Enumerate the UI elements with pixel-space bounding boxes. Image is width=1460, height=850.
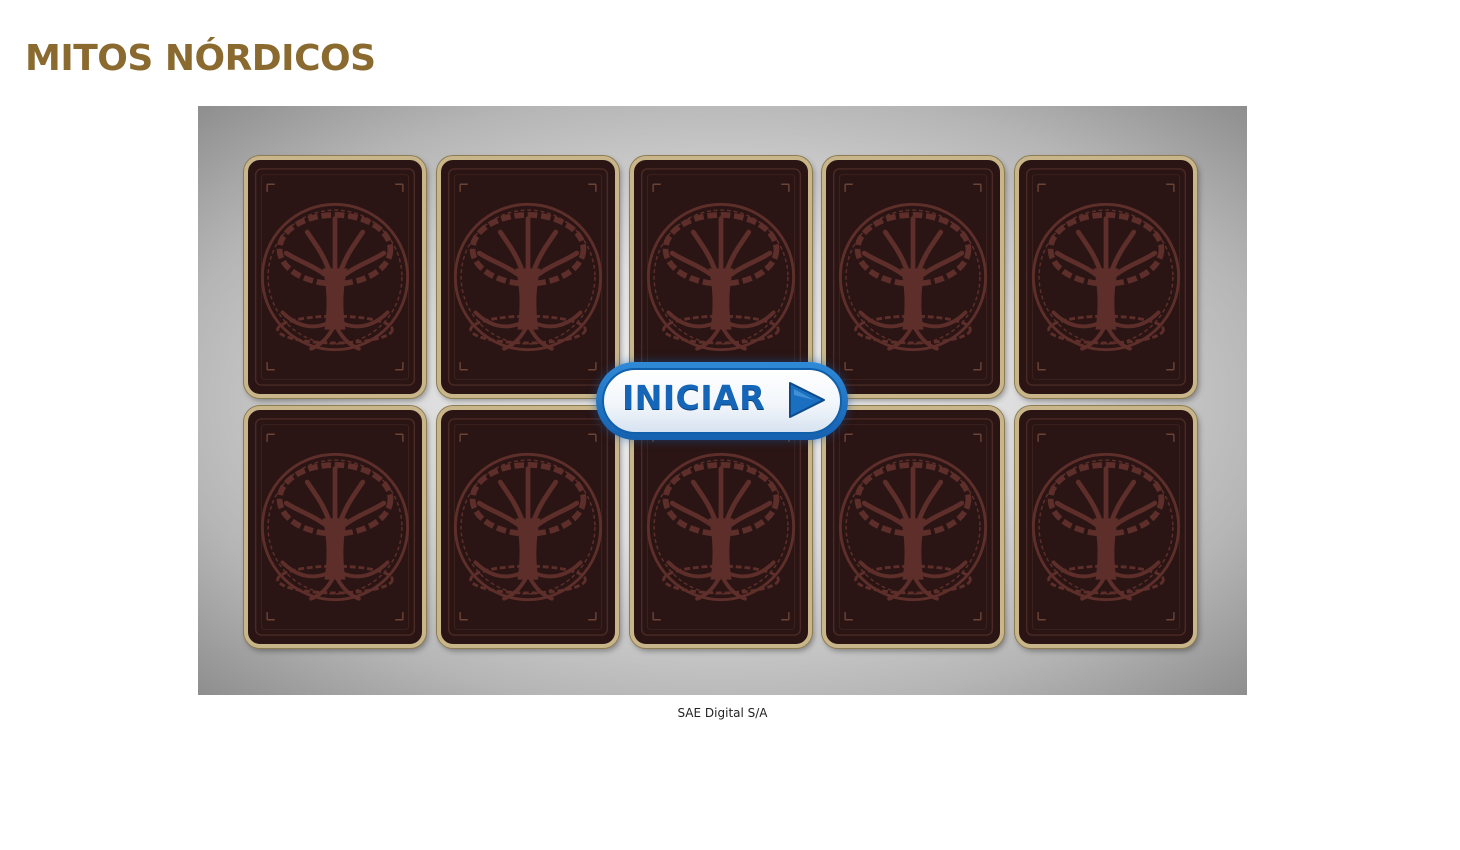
play-icon <box>789 382 825 418</box>
card-back[interactable] <box>437 406 619 648</box>
tree-of-life-icon <box>640 168 802 386</box>
card-back[interactable] <box>630 406 812 648</box>
card-back[interactable] <box>1015 406 1197 648</box>
card-back[interactable] <box>244 406 426 648</box>
tree-of-life-icon <box>1025 418 1187 636</box>
card-back[interactable] <box>437 156 619 398</box>
tree-of-life-icon <box>254 168 416 386</box>
tree-of-life-icon <box>447 418 609 636</box>
tree-of-life-icon <box>254 418 416 636</box>
tree-of-life-icon <box>832 418 994 636</box>
page-title: MITOS NÓRDICOS <box>25 38 376 79</box>
card-back[interactable] <box>822 406 1004 648</box>
card-back[interactable] <box>244 156 426 398</box>
tree-of-life-icon <box>832 168 994 386</box>
memory-game-stage: INICIAR <box>198 106 1247 695</box>
card-back[interactable] <box>822 156 1004 398</box>
tree-of-life-icon <box>640 418 802 636</box>
start-button[interactable]: INICIAR <box>596 362 848 440</box>
copyright-credit: SAE Digital S/A <box>677 706 768 720</box>
start-button-label: INICIAR <box>622 378 766 417</box>
tree-of-life-icon <box>447 168 609 386</box>
tree-of-life-icon <box>1025 168 1187 386</box>
card-back[interactable] <box>1015 156 1197 398</box>
